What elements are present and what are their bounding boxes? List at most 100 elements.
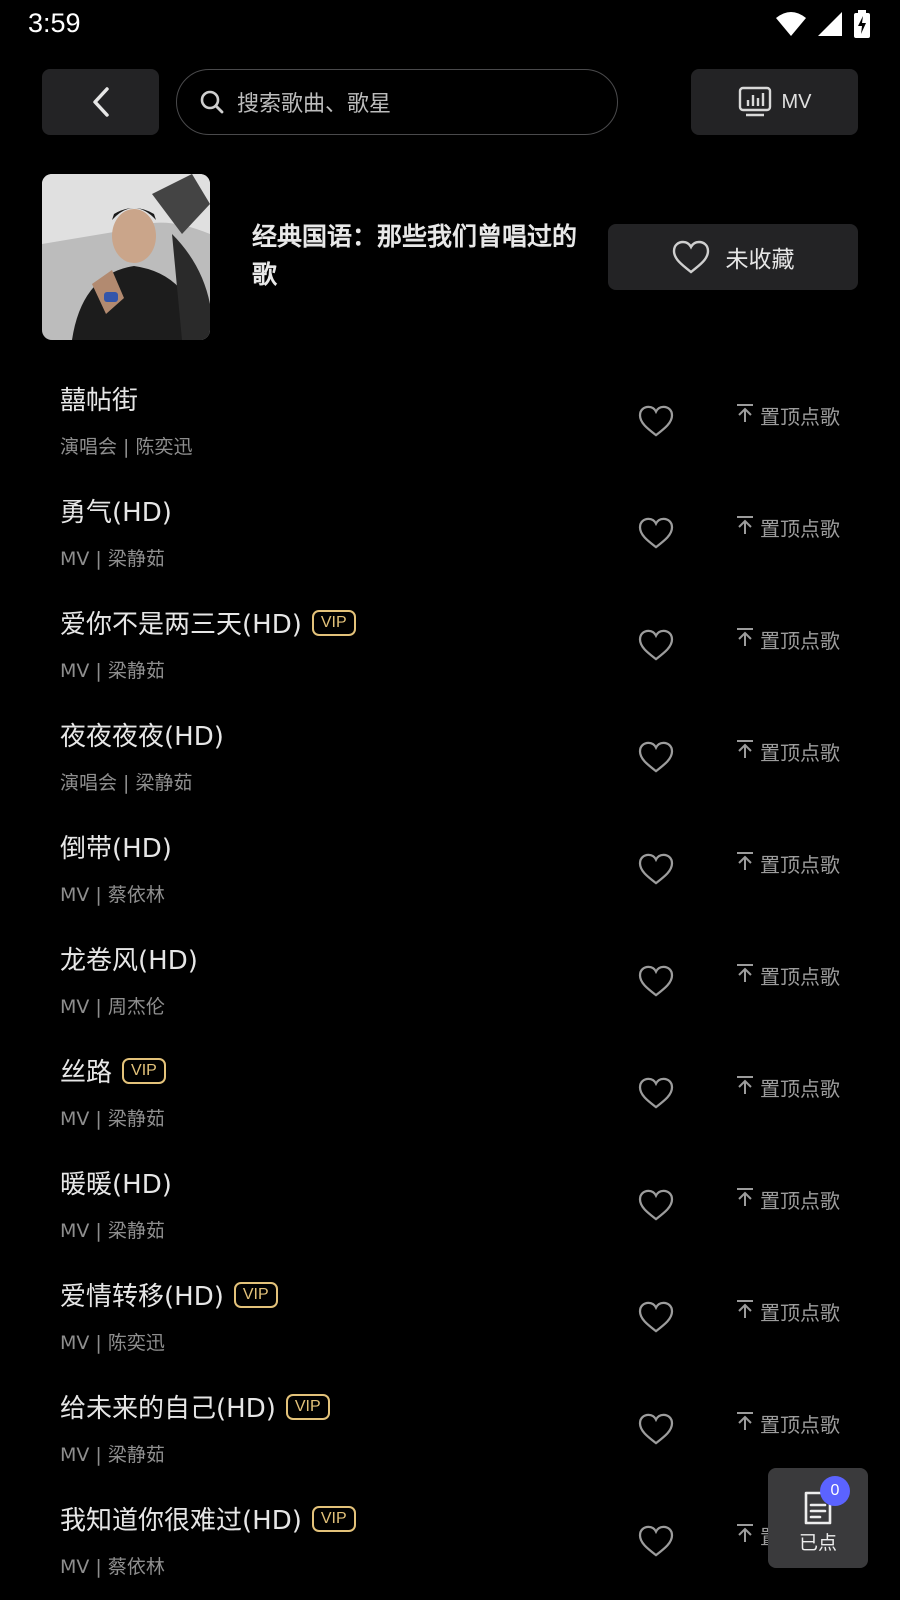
song-title: 囍帖街 — [60, 386, 139, 416]
search-placeholder: 搜索歌曲、歌星 — [237, 92, 392, 117]
status-time: 3:59 — [28, 8, 81, 38]
song-favorite-heart-icon[interactable] — [638, 965, 674, 997]
song-favorite-heart-icon[interactable] — [638, 1301, 674, 1333]
song-list: 囍帖街 演唱会 | 陈奕迅 置顶点歌 勇气(HD) MV | 梁静茹 置顶点歌 爱你不是两三… — [0, 365, 900, 1597]
queue-label: 已点 — [798, 1531, 837, 1554]
pin-to-top-button[interactable]: 置顶点歌 — [736, 401, 840, 430]
wifi-icon — [776, 12, 806, 36]
vip-badge: VIP — [122, 1057, 166, 1084]
pin-top-icon — [736, 1299, 754, 1324]
song-favorite-heart-icon[interactable] — [638, 405, 674, 437]
pin-to-top-button[interactable]: 置顶点歌 — [736, 1185, 840, 1214]
song-row[interactable]: 夜夜夜夜(HD) 演唱会 | 梁静茹 置顶点歌 — [0, 701, 900, 813]
song-title: 我知道你很难过(HD) — [60, 1506, 302, 1536]
song-favorite-heart-icon[interactable] — [638, 517, 674, 549]
song-title: 龙卷风(HD) — [60, 946, 198, 976]
pin-top-icon — [736, 963, 754, 988]
song-row[interactable]: 给未来的自己(HD) VIP MV | 梁静茹 置顶点歌 — [0, 1373, 900, 1485]
song-title: 丝路 — [60, 1058, 113, 1088]
song-favorite-heart-icon[interactable] — [638, 1413, 674, 1445]
pin-to-top-label: 置顶点歌 — [760, 629, 840, 653]
song-row[interactable]: 暖暖(HD) MV | 梁静茹 置顶点歌 — [0, 1149, 900, 1261]
pin-to-top-button[interactable]: 置顶点歌 — [736, 961, 840, 990]
favorite-button[interactable]: 未收藏 — [608, 224, 858, 290]
song-row[interactable]: 爱你不是两三天(HD) VIP MV | 梁静茹 置顶点歌 — [0, 589, 900, 701]
song-subtitle: MV | 蔡依林 — [60, 884, 165, 906]
song-subtitle: MV | 蔡依林 — [60, 1556, 165, 1578]
song-title: 倒带(HD) — [60, 834, 172, 864]
song-title-wrap: 暖暖(HD) — [60, 1164, 172, 1201]
mv-button[interactable]: MV — [691, 69, 858, 135]
pin-to-top-label: 置顶点歌 — [760, 1077, 840, 1101]
song-favorite-heart-icon[interactable] — [638, 1189, 674, 1221]
pin-top-icon — [736, 851, 754, 876]
song-subtitle: 演唱会 | 梁静茹 — [60, 772, 193, 794]
song-subtitle: MV | 梁静茹 — [60, 1220, 165, 1242]
song-title: 爱你不是两三天(HD) — [60, 610, 302, 640]
song-subtitle: MV | 陈奕迅 — [60, 1332, 165, 1354]
song-title-wrap: 囍帖街 — [60, 380, 138, 417]
pin-top-icon — [736, 1523, 754, 1548]
pin-top-icon — [736, 1187, 754, 1212]
vip-badge: VIP — [233, 1281, 278, 1308]
song-title-wrap: 勇气(HD) — [60, 492, 172, 529]
pin-to-top-button[interactable]: 置顶点歌 — [736, 849, 840, 878]
pin-top-icon — [736, 403, 754, 428]
cover-artwork — [42, 174, 210, 340]
song-favorite-heart-icon[interactable] — [638, 741, 674, 773]
pin-to-top-label: 置顶点歌 — [760, 1301, 840, 1325]
queued-songs-button[interactable]: 已点 0 — [768, 1468, 868, 1568]
song-title: 爱情转移(HD) — [60, 1282, 224, 1312]
song-favorite-heart-icon[interactable] — [638, 1525, 674, 1557]
song-row[interactable]: 囍帖街 演唱会 | 陈奕迅 置顶点歌 — [0, 365, 900, 477]
pin-to-top-button[interactable]: 置顶点歌 — [736, 513, 840, 542]
signal-icon — [818, 12, 842, 36]
status-icons — [776, 10, 870, 38]
song-favorite-heart-icon[interactable] — [638, 853, 674, 885]
pin-to-top-button[interactable]: 置顶点歌 — [736, 1073, 840, 1102]
back-button[interactable] — [42, 69, 159, 135]
queue-count-badge: 0 — [820, 1476, 850, 1506]
song-title-wrap: 爱情转移(HD) VIP — [60, 1276, 278, 1313]
pin-top-icon — [736, 515, 754, 540]
song-row[interactable]: 龙卷风(HD) MV | 周杰伦 置顶点歌 — [0, 925, 900, 1037]
song-favorite-heart-icon[interactable] — [638, 629, 674, 661]
song-favorite-heart-icon[interactable] — [638, 1077, 674, 1109]
vip-badge: VIP — [285, 1393, 330, 1420]
heart-outline-icon — [672, 240, 709, 274]
pin-to-top-label: 置顶点歌 — [760, 405, 840, 429]
pin-to-top-label: 置顶点歌 — [760, 741, 840, 765]
pin-to-top-label: 置顶点歌 — [760, 517, 840, 541]
song-row[interactable]: 爱情转移(HD) VIP MV | 陈奕迅 置顶点歌 — [0, 1261, 900, 1373]
song-row[interactable]: 我知道你很难过(HD)VIPMV | 蔡依林置顶点歌 — [0, 1485, 900, 1597]
playlist-cover-image — [42, 174, 210, 340]
playlist-title: 经典国语：那些我们曾唱过的歌 — [252, 222, 578, 289]
pin-to-top-label: 置顶点歌 — [760, 1189, 840, 1213]
pin-to-top-button[interactable]: 置顶点歌 — [736, 1297, 840, 1326]
song-row[interactable]: 倒带(HD) MV | 蔡依林 置顶点歌 — [0, 813, 900, 925]
song-title-wrap: 倒带(HD) — [60, 828, 172, 865]
song-title: 夜夜夜夜(HD) — [60, 722, 224, 752]
battery-icon — [854, 10, 870, 38]
song-subtitle: MV | 周杰伦 — [60, 996, 165, 1018]
tv-chart-icon — [738, 86, 771, 117]
search-input[interactable]: 搜索歌曲、歌星 — [176, 69, 618, 135]
song-title-wrap: 爱你不是两三天(HD) VIP — [60, 604, 356, 641]
pin-to-top-label: 置顶点歌 — [760, 965, 840, 989]
mv-button-label: MV — [781, 90, 812, 113]
song-title-wrap: 我知道你很难过(HD) VIP — [60, 1500, 356, 1537]
song-subtitle: MV | 梁静茹 — [60, 660, 165, 682]
pin-top-icon — [736, 739, 754, 764]
pin-to-top-button[interactable]: 置顶点歌 — [736, 625, 840, 654]
pin-top-icon — [736, 1075, 754, 1100]
favorite-label: 未收藏 — [725, 247, 795, 273]
search-icon — [200, 90, 224, 114]
pin-to-top-label: 置顶点歌 — [760, 1413, 840, 1437]
vip-badge: VIP — [311, 1505, 356, 1532]
song-title-wrap: 夜夜夜夜(HD) — [60, 716, 224, 753]
pin-to-top-button[interactable]: 置顶点歌 — [736, 737, 840, 766]
song-row[interactable]: 丝路 VIP MV | 梁静茹 置顶点歌 — [0, 1037, 900, 1149]
song-title: 给未来的自己(HD) — [60, 1394, 276, 1424]
pin-to-top-button[interactable]: 置顶点歌 — [736, 1409, 840, 1438]
song-row[interactable]: 勇气(HD) MV | 梁静茹 置顶点歌 — [0, 477, 900, 589]
